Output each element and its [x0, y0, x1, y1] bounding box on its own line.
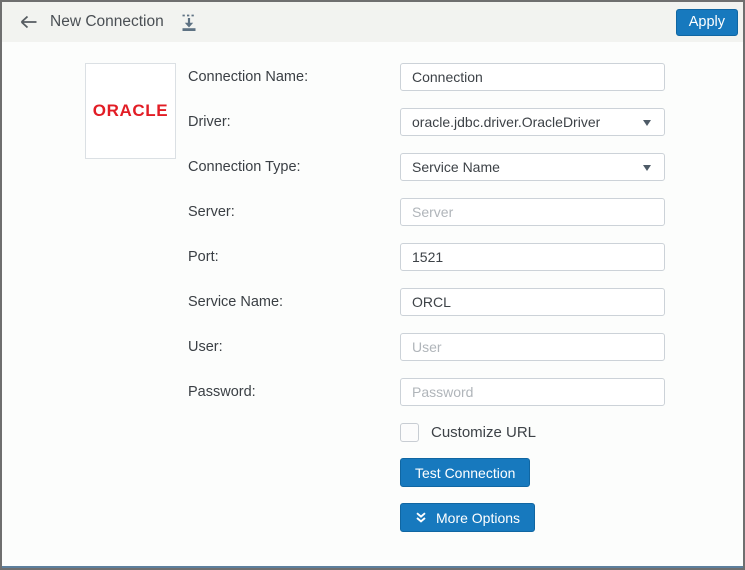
form-row-driver: Driver: oracle.jdbc.driver.OracleDriver — [2, 108, 743, 136]
user-input[interactable] — [400, 333, 665, 361]
user-label: User: — [188, 339, 223, 355]
password-input[interactable] — [400, 378, 665, 406]
form-row-connection-type: Connection Type: Service Name — [2, 153, 743, 181]
new-connection-window: New Connection Apply ORACLE Connection N… — [0, 0, 745, 570]
back-button[interactable] — [16, 9, 42, 35]
service-name-input[interactable] — [400, 288, 665, 316]
test-connection-label: Test Connection — [415, 464, 516, 481]
connection-type-select[interactable]: Service Name — [400, 153, 665, 181]
form-row-password: Password: — [2, 378, 743, 406]
apply-button[interactable]: Apply — [675, 8, 738, 36]
page-title: New Connection — [50, 13, 164, 30]
driver-label: Driver: — [188, 114, 231, 130]
back-arrow-icon — [20, 15, 37, 29]
server-label: Server: — [188, 204, 235, 220]
port-label: Port: — [188, 249, 219, 265]
server-input[interactable] — [400, 198, 665, 226]
customize-url-label: Customize URL — [431, 423, 537, 441]
more-options-button[interactable]: More Options — [400, 503, 536, 532]
import-connection-button[interactable] — [177, 10, 201, 34]
password-label: Password: — [188, 384, 256, 400]
connection-name-label: Connection Name: — [188, 69, 309, 85]
more-options-label: More Options — [436, 509, 521, 526]
form-row-connection-name: Connection Name: — [2, 63, 743, 91]
chevron-down-icon — [643, 165, 651, 171]
form-row-service-name: Service Name: — [2, 288, 743, 316]
customize-url-row: Customize URL — [400, 422, 536, 442]
double-chevron-down-icon — [415, 511, 427, 524]
connection-form: ORACLE Connection Name: Driver: oracle.j… — [2, 42, 743, 568]
connection-type-label: Connection Type: — [188, 159, 301, 175]
header-toolbar: New Connection Apply — [2, 2, 743, 42]
form-row-server: Server: — [2, 198, 743, 226]
form-row-port: Port: — [2, 243, 743, 271]
chevron-down-icon — [643, 120, 651, 126]
service-name-label: Service Name: — [188, 294, 284, 310]
import-icon — [182, 14, 196, 31]
port-input[interactable] — [400, 243, 665, 271]
connection-name-input[interactable] — [400, 63, 665, 91]
driver-selected-value: oracle.jdbc.driver.OracleDriver — [412, 114, 601, 130]
connection-type-selected-value: Service Name — [412, 159, 500, 175]
customize-url-checkbox[interactable] — [400, 422, 419, 442]
form-row-user: User: — [2, 333, 743, 361]
bottom-divider — [2, 566, 743, 568]
test-connection-button[interactable]: Test Connection — [400, 458, 531, 487]
driver-select[interactable]: oracle.jdbc.driver.OracleDriver — [400, 108, 665, 136]
